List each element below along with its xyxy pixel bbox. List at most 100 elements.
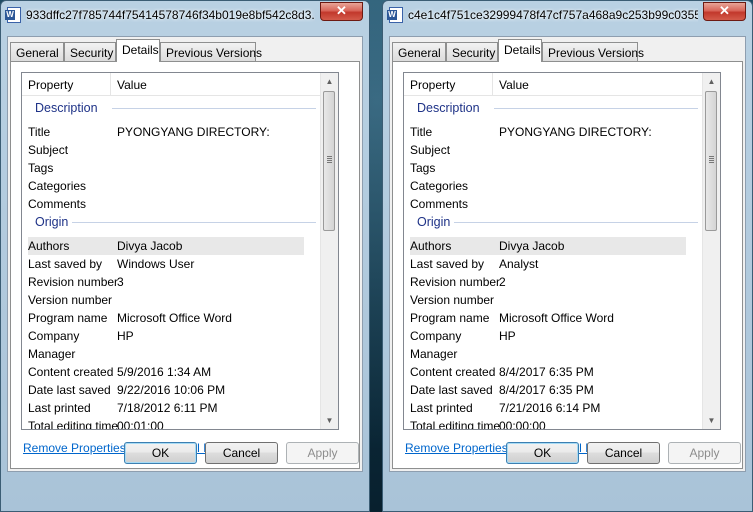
scroll-up-arrow-icon[interactable]: ▲ bbox=[321, 73, 338, 90]
properties-list[interactable]: Property Value Description Title PYONGYANG D… bbox=[403, 72, 721, 430]
dialog-panel: General Security Details Previous Versions P… bbox=[389, 36, 746, 472]
scroll-up-arrow-icon[interactable]: ▲ bbox=[703, 73, 720, 90]
property-row[interactable]: Subject bbox=[410, 141, 686, 159]
property-name: Manager bbox=[28, 347, 76, 361]
close-button[interactable]: ✕ bbox=[320, 2, 363, 21]
property-name: Comments bbox=[28, 197, 87, 211]
properties-window-2: c4e1c4f751ce32999478f47cf757a468a9c253b9… bbox=[382, 0, 753, 512]
column-separator[interactable] bbox=[110, 73, 111, 95]
cancel-button[interactable]: Cancel bbox=[205, 442, 278, 464]
tab-general[interactable]: General bbox=[392, 42, 446, 61]
property-value: 3 bbox=[117, 275, 124, 289]
ok-button[interactable]: OK bbox=[124, 442, 197, 464]
property-row[interactable]: Manager bbox=[410, 345, 686, 363]
property-value: Divya Jacob bbox=[117, 239, 183, 253]
list-header: Property Value bbox=[404, 73, 703, 96]
vertical-scrollbar[interactable]: ▲ ▼ bbox=[320, 73, 338, 429]
property-row[interactable]: Version number bbox=[28, 291, 304, 309]
property-name: Categories bbox=[28, 179, 87, 193]
property-row[interactable]: Categories bbox=[28, 177, 304, 195]
property-name: Last printed bbox=[410, 401, 473, 415]
property-name: Revision number bbox=[410, 275, 501, 289]
property-row[interactable]: Total editing time 00:01:00 bbox=[28, 417, 304, 430]
property-name: Subject bbox=[28, 143, 69, 157]
property-value: Windows User bbox=[117, 257, 195, 271]
property-name: Manager bbox=[410, 347, 458, 361]
property-name: Version number bbox=[28, 293, 113, 307]
close-button[interactable]: ✕ bbox=[703, 2, 746, 21]
property-name: Categories bbox=[410, 179, 469, 193]
property-row[interactable]: Tags bbox=[410, 159, 686, 177]
property-name: Content created bbox=[28, 365, 114, 379]
column-header-property[interactable]: Property bbox=[28, 78, 73, 92]
property-name: Authors bbox=[28, 239, 70, 253]
property-row[interactable]: Program name Microsoft Office Word bbox=[410, 309, 686, 327]
title-bar[interactable]: c4e1c4f751ce32999478f47cf757a468a9c253b9… bbox=[383, 1, 752, 29]
property-row[interactable]: Subject bbox=[28, 141, 304, 159]
apply-button[interactable]: Apply bbox=[286, 442, 359, 464]
property-row[interactable]: Version number bbox=[410, 291, 686, 309]
property-row[interactable]: Comments bbox=[410, 195, 686, 213]
property-row[interactable]: Title PYONGYANG DIRECTORY: bbox=[410, 123, 686, 141]
column-separator[interactable] bbox=[492, 73, 493, 95]
property-row[interactable]: Revision number 3 bbox=[28, 273, 304, 291]
property-row[interactable]: Last printed 7/18/2012 6:11 PM bbox=[28, 399, 304, 417]
property-name: Comments bbox=[410, 197, 469, 211]
properties-list[interactable]: Property Value Description Title PYONGYANG D… bbox=[21, 72, 339, 430]
ok-button[interactable]: OK bbox=[506, 442, 579, 464]
property-row[interactable]: Revision number 2 bbox=[410, 273, 686, 291]
tab-details[interactable]: Details bbox=[116, 39, 160, 62]
property-row[interactable]: Comments bbox=[28, 195, 304, 213]
group-header-description: Description bbox=[35, 101, 98, 115]
property-value: 00:00:00 bbox=[499, 419, 546, 430]
property-row[interactable]: Company HP bbox=[410, 327, 686, 345]
property-row[interactable]: Last printed 7/21/2016 6:14 PM bbox=[410, 399, 686, 417]
property-value: 00:01:00 bbox=[117, 419, 164, 430]
property-row[interactable]: Last saved by Windows User bbox=[28, 255, 304, 273]
property-row[interactable]: Authors Divya Jacob bbox=[410, 237, 686, 255]
property-row[interactable]: Authors Divya Jacob bbox=[28, 237, 304, 255]
property-row[interactable]: Program name Microsoft Office Word bbox=[28, 309, 304, 327]
property-row[interactable]: Tags bbox=[28, 159, 304, 177]
property-name: Company bbox=[28, 329, 80, 343]
group-header-origin: Origin bbox=[35, 215, 69, 229]
property-row[interactable]: Company HP bbox=[28, 327, 304, 345]
title-bar[interactable]: 933dffc27f785744f75414578746f34b019e8bf5… bbox=[1, 1, 369, 29]
property-row[interactable]: Categories bbox=[410, 177, 686, 195]
property-name: Last saved by bbox=[410, 257, 485, 271]
tab-security[interactable]: Security bbox=[446, 42, 498, 61]
property-row[interactable]: Date last saved 8/4/2017 6:35 PM bbox=[410, 381, 686, 399]
column-header-property[interactable]: Property bbox=[410, 78, 455, 92]
cancel-button[interactable]: Cancel bbox=[587, 442, 660, 464]
group-divider bbox=[454, 222, 698, 223]
tab-previous-versions[interactable]: Previous Versions bbox=[542, 42, 644, 61]
property-name: Total editing time bbox=[410, 419, 501, 430]
property-row[interactable]: Content created 8/4/2017 6:35 PM bbox=[410, 363, 686, 381]
tab-security[interactable]: Security bbox=[64, 42, 116, 61]
property-row[interactable]: Content created 5/9/2016 1:34 AM bbox=[28, 363, 304, 381]
property-value: PYONGYANG DIRECTORY: bbox=[499, 125, 652, 139]
apply-button[interactable]: Apply bbox=[668, 442, 741, 464]
tab-general[interactable]: General bbox=[10, 42, 64, 61]
grip-icon bbox=[709, 156, 714, 163]
column-header-value[interactable]: Value bbox=[117, 78, 147, 92]
property-row[interactable]: Date last saved 9/22/2016 10:06 PM bbox=[28, 381, 304, 399]
tab-previous-versions[interactable]: Previous Versions bbox=[160, 42, 262, 61]
scrollbar-thumb[interactable] bbox=[705, 91, 717, 231]
property-name: Program name bbox=[28, 311, 108, 325]
property-row[interactable]: Last saved by Analyst bbox=[410, 255, 686, 273]
scroll-down-arrow-icon[interactable]: ▼ bbox=[321, 412, 338, 429]
column-header-value[interactable]: Value bbox=[499, 78, 529, 92]
property-name: Subject bbox=[410, 143, 451, 157]
tab-details[interactable]: Details bbox=[498, 39, 542, 62]
group-divider bbox=[494, 108, 698, 109]
property-name: Authors bbox=[410, 239, 452, 253]
details-tab-page: Property Value Description Title PYONGYANG D… bbox=[392, 61, 743, 469]
property-row[interactable]: Manager bbox=[28, 345, 304, 363]
property-row[interactable]: Title PYONGYANG DIRECTORY: bbox=[28, 123, 304, 141]
vertical-scrollbar[interactable]: ▲ ▼ bbox=[702, 73, 720, 429]
scrollbar-thumb[interactable] bbox=[323, 91, 335, 231]
property-row[interactable]: Total editing time 00:00:00 bbox=[410, 417, 686, 430]
scroll-down-arrow-icon[interactable]: ▼ bbox=[703, 412, 720, 429]
group-header-description: Description bbox=[417, 101, 480, 115]
